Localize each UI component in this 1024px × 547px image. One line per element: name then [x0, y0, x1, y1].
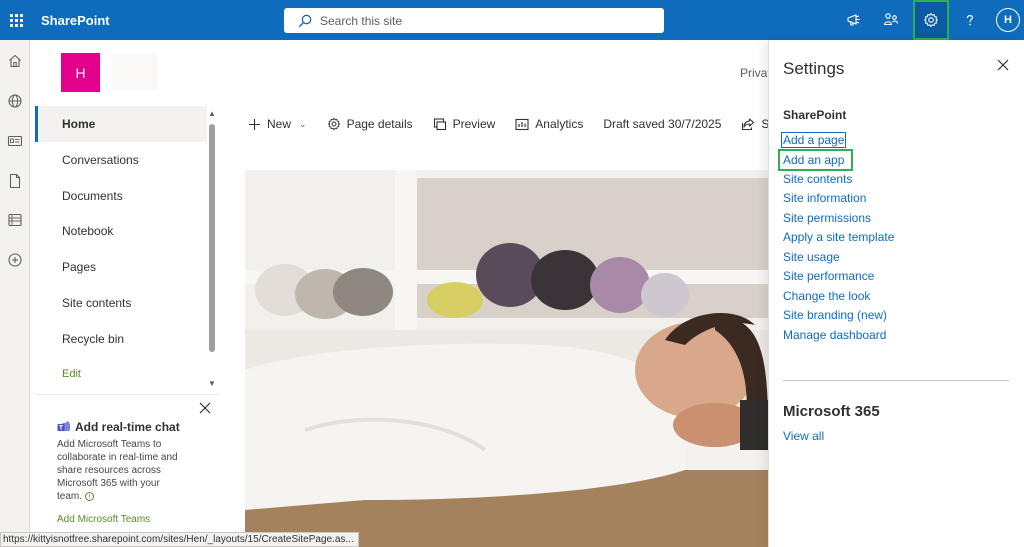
news-icon[interactable] — [7, 133, 23, 149]
app-bar — [0, 40, 30, 547]
nav-item-home[interactable]: Home — [35, 106, 207, 142]
scroll-down-arrow[interactable]: ▼ — [208, 380, 216, 388]
teams-icon — [57, 421, 70, 431]
help-icon[interactable] — [952, 0, 988, 40]
command-bar: New ⌄ Page details Preview Analytics Dra… — [248, 114, 803, 134]
search-input[interactable] — [320, 13, 620, 28]
app-name[interactable]: SharePoint — [41, 13, 110, 28]
app-launcher-icon[interactable] — [0, 0, 32, 40]
settings-gear-icon[interactable] — [913, 0, 949, 40]
promo-description: Add Microsoft Teams to collaborate in re… — [57, 439, 178, 502]
site-usage-link[interactable]: Site usage — [783, 250, 840, 264]
megaphone-icon[interactable] — [836, 0, 872, 40]
site-logo[interactable]: H — [61, 53, 100, 92]
search-icon — [298, 14, 312, 27]
apply-site-template-link[interactable]: Apply a site template — [783, 230, 894, 244]
gear-icon — [327, 117, 340, 131]
search-box[interactable] — [284, 8, 664, 33]
settings-panel: Settings SharePoint Add a page Add an ap… — [768, 40, 1024, 547]
preview-button[interactable]: Preview — [433, 117, 495, 131]
teams-promo-card: Add real-time chat Add Microsoft Teams t… — [35, 394, 219, 534]
change-the-look-link[interactable]: Change the look — [783, 289, 870, 303]
share-icon — [742, 118, 755, 131]
analytics-icon — [515, 118, 529, 130]
user-avatar[interactable]: H — [996, 8, 1020, 32]
panel-title: Settings — [783, 59, 845, 78]
view-all-link[interactable]: View all — [783, 429, 824, 443]
left-navigation: Home Conversations Documents Notebook Pa… — [35, 104, 219, 394]
close-icon[interactable] — [199, 401, 213, 415]
add-an-app-link[interactable]: Add an app — [777, 149, 854, 171]
section-heading-sharepoint: SharePoint — [783, 108, 847, 122]
draft-status: Draft saved 30/7/2025 — [603, 117, 722, 131]
close-icon[interactable] — [997, 58, 1011, 72]
globe-icon[interactable] — [7, 93, 23, 109]
privacy-label: Privat — [740, 66, 771, 80]
site-performance-link[interactable]: Site performance — [783, 269, 874, 283]
home-icon[interactable] — [7, 53, 23, 69]
nav-item-site-contents[interactable]: Site contents — [35, 285, 207, 321]
divider — [783, 380, 1009, 381]
preview-icon — [433, 118, 446, 131]
section-heading-microsoft-365: Microsoft 365 — [783, 403, 880, 420]
hero-image[interactable] — [245, 170, 768, 547]
nav-item-notebook[interactable]: Notebook — [35, 213, 207, 249]
nav-item-recycle-bin[interactable]: Recycle bin — [35, 321, 207, 357]
analytics-button[interactable]: Analytics — [515, 117, 583, 131]
scroll-up-arrow[interactable]: ▲ — [208, 110, 216, 118]
nav-scrollbar[interactable] — [209, 124, 215, 352]
nav-item-conversations[interactable]: Conversations — [35, 142, 207, 178]
nav-item-documents[interactable]: Documents — [35, 178, 207, 214]
nav-item-pages[interactable]: Pages — [35, 249, 207, 285]
file-icon[interactable] — [7, 173, 23, 189]
new-button[interactable]: New ⌄ — [248, 117, 307, 131]
plus-icon — [249, 118, 260, 130]
site-permissions-link[interactable]: Site permissions — [783, 211, 871, 225]
share-network-icon[interactable] — [873, 0, 909, 40]
page-details-button[interactable]: Page details — [327, 117, 413, 131]
site-contents-link[interactable]: Site contents — [783, 172, 852, 186]
chevron-down-icon: ⌄ — [299, 118, 307, 129]
status-bar-url: https://kittyisnotfree.sharepoint.com/si… — [0, 532, 359, 547]
manage-dashboard-link[interactable]: Manage dashboard — [783, 328, 886, 342]
nav-edit-link[interactable]: Edit — [35, 356, 207, 392]
add-teams-link[interactable]: Add Microsoft Teams — [57, 514, 150, 525]
site-branding-link[interactable]: Site branding (new) — [783, 308, 887, 322]
site-logo-placeholder — [112, 53, 158, 90]
promo-title: Add real-time chat — [57, 420, 180, 434]
list-icon[interactable] — [7, 212, 23, 228]
site-information-link[interactable]: Site information — [783, 191, 866, 205]
add-circle-icon[interactable] — [7, 252, 23, 268]
info-icon[interactable]: i — [85, 492, 95, 501]
add-a-page-link[interactable]: Add a page — [780, 132, 847, 148]
